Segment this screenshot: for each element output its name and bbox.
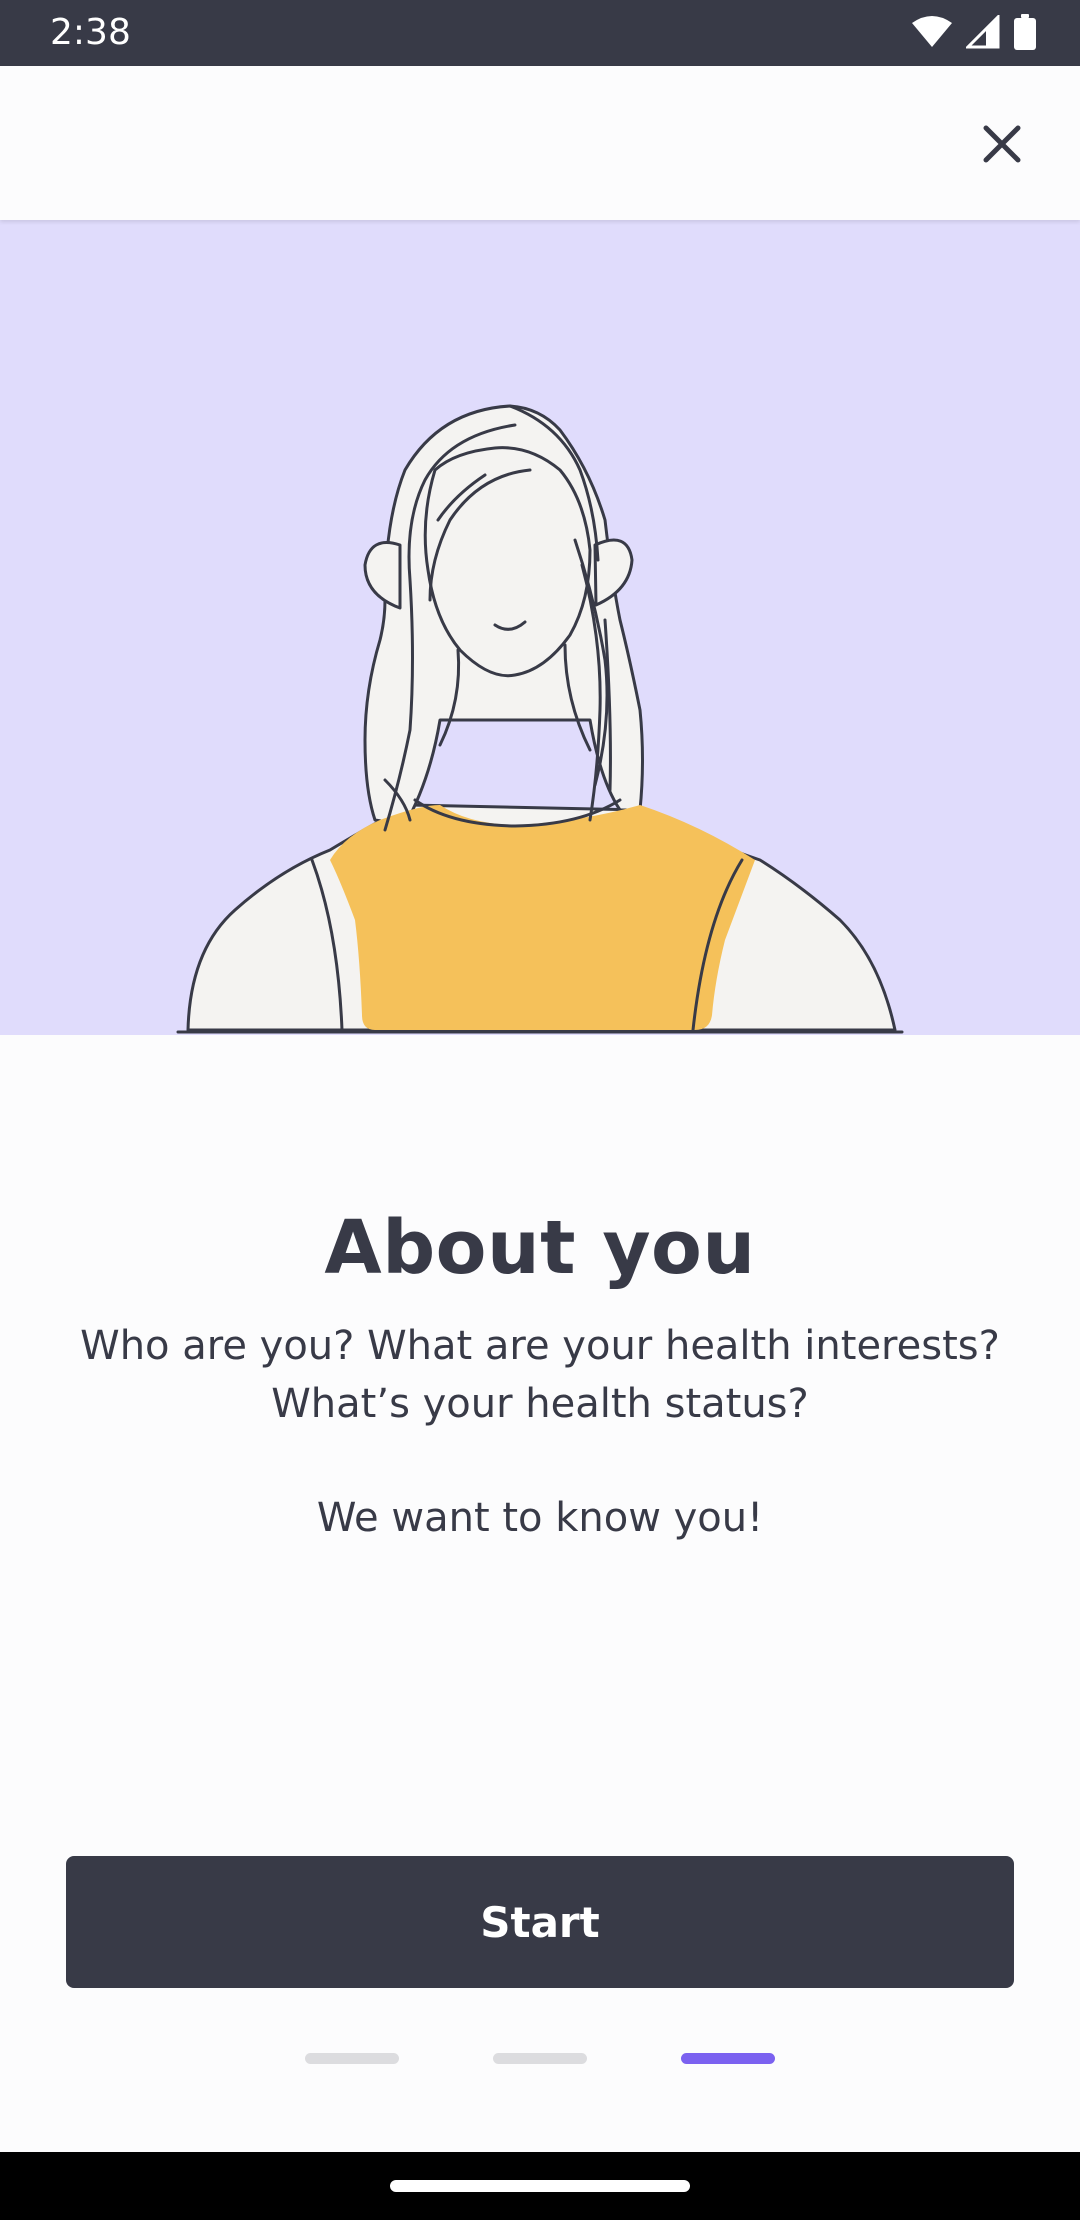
woman-portrait-illustration [176,404,904,1034]
system-navigation-bar [0,2152,1080,2220]
close-icon [983,125,1021,163]
description-text: Who are you? What are your health intere… [60,1317,1020,1547]
status-icons [912,13,1036,54]
description-line-3: We want to know you! [316,1495,764,1541]
app-bar [0,66,1080,220]
page-indicator-dot-1[interactable] [305,2053,399,2064]
onboarding-screen: 2:38 About you Who are you? What are you… [0,0,1080,2220]
home-gesture-handle[interactable] [390,2180,690,2192]
content-section: About you Who are you? What are your hea… [0,1035,1080,1855]
wifi-icon [912,15,952,53]
start-button[interactable]: Start [66,1856,1014,1988]
status-time: 2:38 [50,12,131,53]
hero-illustration-panel [0,220,1080,1035]
page-title: About you [324,1204,756,1291]
cellular-signal-icon [964,13,1000,53]
battery-icon [1014,14,1036,54]
description-line-2: What’s your health status? [271,1381,809,1427]
close-button[interactable] [964,106,1040,182]
page-indicator [0,2053,1080,2067]
status-bar: 2:38 [0,0,1080,66]
page-indicator-dot-2[interactable] [493,2053,587,2064]
page-indicator-dot-3[interactable] [681,2053,775,2064]
description-line-1: Who are you? What are your health intere… [80,1323,1000,1369]
